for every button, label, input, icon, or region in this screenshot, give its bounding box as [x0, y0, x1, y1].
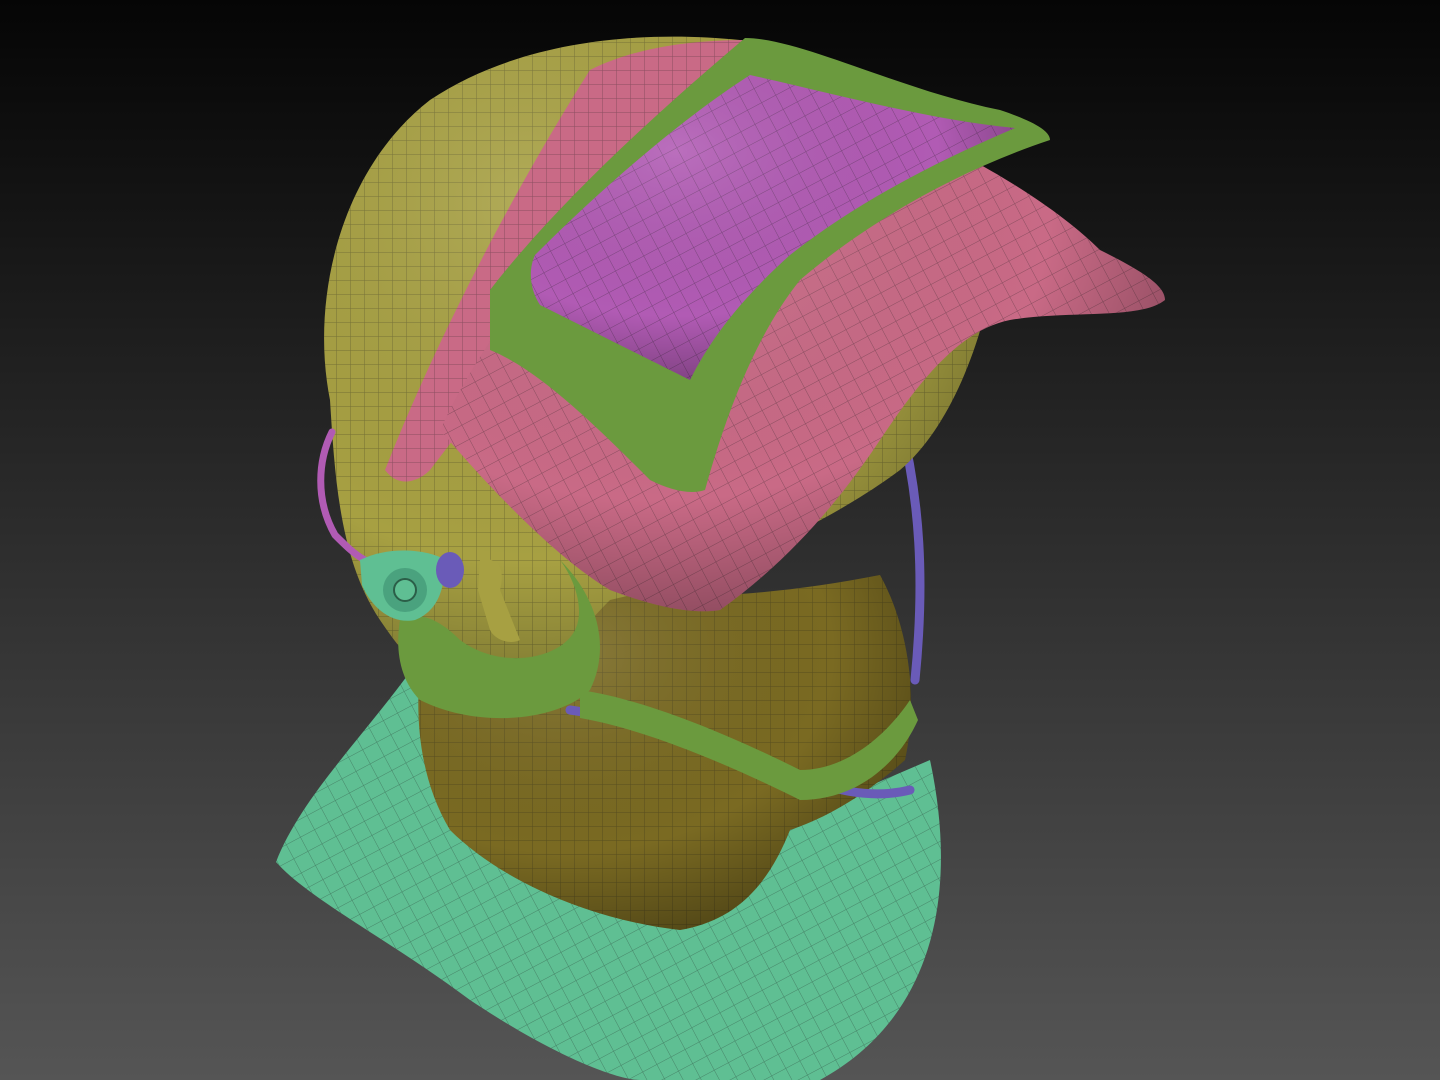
3d-viewport[interactable] — [0, 0, 1440, 1080]
helmet-render — [0, 0, 1440, 1080]
